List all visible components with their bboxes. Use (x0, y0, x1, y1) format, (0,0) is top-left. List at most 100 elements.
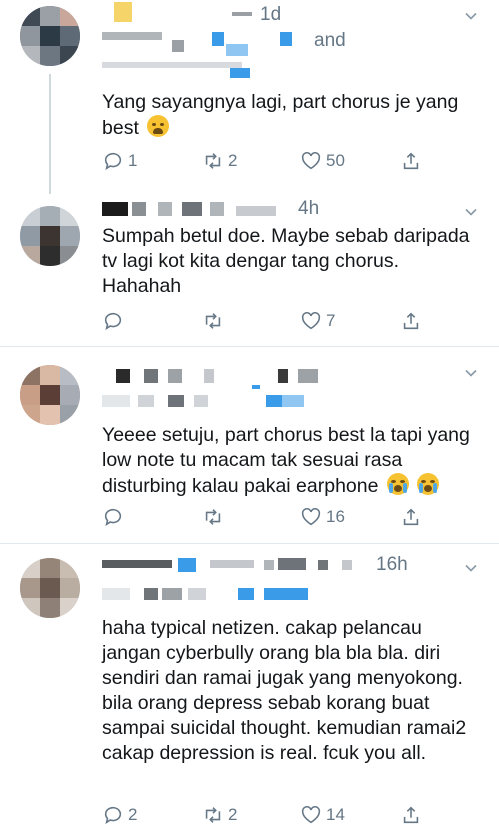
share-button[interactable] (400, 148, 422, 174)
like-count: 50 (326, 151, 345, 170)
like-button[interactable]: 50 (300, 148, 345, 174)
tweet-header: 1d and (102, 2, 432, 78)
avatar[interactable] (20, 558, 80, 618)
redacted-name (182, 202, 202, 216)
redacted-handle (238, 588, 254, 600)
chevron-down-icon[interactable] (465, 367, 477, 379)
like-icon (301, 312, 321, 330)
redacted-handle (162, 588, 182, 600)
crying-face-emoji (386, 473, 409, 495)
reply-icon (104, 152, 122, 171)
share-icon (403, 806, 419, 824)
retweet-icon (205, 509, 221, 525)
retweet-count: 2 (228, 151, 238, 170)
like-icon (301, 508, 321, 526)
retweet-button[interactable]: 2 (202, 148, 237, 174)
like-count: 16 (326, 507, 345, 526)
chevron-down-icon[interactable] (465, 206, 477, 218)
reply-count: 2 (128, 805, 138, 824)
tweet-text: Yang sayangnya lagi, part chorus je yang… (102, 90, 482, 141)
chevron-down-icon[interactable] (465, 562, 477, 574)
timestamp[interactable]: 4h (298, 198, 319, 220)
share-button[interactable] (400, 504, 422, 530)
retweet-icon (205, 153, 221, 169)
retweet-count: 2 (228, 805, 238, 824)
share-icon (403, 312, 419, 330)
tweet-text-content: Yeeee setuju, part chorus best la tapi y… (102, 424, 470, 497)
tweet-actions: 1 2 50 (102, 148, 432, 174)
like-icon (301, 806, 321, 824)
tweet-actions: 16 (102, 504, 432, 530)
redacted-name (232, 12, 252, 16)
reply-button[interactable]: 2 (102, 802, 137, 828)
redacted-name (132, 202, 146, 216)
like-count: 14 (326, 805, 345, 824)
redacted-handle (194, 395, 208, 407)
redacted-handle (212, 32, 224, 46)
handle-fragment: and (314, 30, 346, 51)
redacted-name (204, 369, 214, 383)
crying-face-emoji (417, 473, 440, 495)
tweet-header: 16h (102, 554, 432, 604)
redacted-name (298, 369, 318, 383)
tweet-3[interactable]: Yeeee setuju, part chorus best la tapi y… (0, 347, 499, 544)
reply-icon (104, 806, 122, 825)
like-button[interactable]: 14 (300, 802, 345, 828)
reply-button[interactable] (102, 504, 128, 530)
retweet-button[interactable] (202, 504, 228, 530)
like-count: 7 (326, 311, 336, 330)
redacted-name (158, 202, 172, 216)
redacted-handle (144, 588, 158, 600)
tweet-2[interactable]: 4h Sumpah betul doe. Maybe sebab daripad… (0, 190, 499, 347)
redacted-handle (318, 560, 328, 570)
tweet-text: Sumpah betul doe. Maybe sebab daripada t… (102, 225, 470, 297)
redacted-name (168, 369, 182, 383)
like-button[interactable]: 7 (300, 308, 335, 334)
retweet-button[interactable]: 2 (202, 802, 237, 828)
reply-count: 1 (128, 151, 138, 170)
timestamp[interactable]: 1d (260, 4, 281, 26)
redacted-handle (230, 68, 250, 78)
avatar[interactable] (20, 6, 80, 66)
redacted-name (102, 202, 128, 216)
retweet-icon (205, 313, 221, 329)
redacted-handle (278, 558, 306, 570)
timestamp[interactable]: 16h (376, 554, 408, 576)
tweet-header (102, 365, 432, 415)
retweet-button[interactable] (202, 308, 228, 334)
redacted-name (178, 558, 196, 572)
like-button[interactable]: 16 (300, 504, 345, 530)
redacted-name (210, 202, 224, 216)
share-icon (403, 508, 419, 526)
weary-face-emoji (147, 115, 170, 137)
like-icon (301, 152, 321, 170)
redacted-handle (168, 395, 184, 407)
redacted-name (278, 369, 288, 383)
share-button[interactable] (400, 802, 422, 828)
tweet-header: 4h (102, 198, 432, 220)
reply-icon (104, 508, 122, 527)
redacted-handle (266, 395, 282, 407)
redacted-handle (210, 560, 254, 568)
chevron-down-icon[interactable] (465, 10, 477, 22)
tweet-actions: 2 2 14 (102, 802, 432, 828)
reply-button[interactable]: 1 (102, 148, 137, 174)
avatar[interactable] (20, 365, 80, 425)
reply-icon (104, 312, 122, 331)
redacted-handle (102, 62, 242, 68)
reply-button[interactable] (102, 308, 128, 334)
redacted-handle (102, 588, 130, 600)
redacted-handle (264, 588, 308, 600)
tweet-text: haha typical netizen. cakap pelancau jan… (102, 617, 467, 764)
redacted-handle (102, 32, 162, 40)
tweet-1[interactable]: 1d and Yang sayangnya lagi, part chorus … (0, 0, 499, 194)
redacted-handle (102, 395, 130, 407)
redacted-handle (280, 32, 292, 46)
tweet-text: Yeeee setuju, part chorus best la tapi y… (102, 423, 482, 499)
redacted-handle (342, 560, 352, 570)
avatar[interactable] (20, 206, 80, 266)
redacted-handle (138, 395, 154, 407)
tweet-4[interactable]: 16h haha typical netizen. cakap pelancau… (0, 544, 499, 825)
share-button[interactable] (400, 308, 422, 334)
redacted-handle (188, 588, 206, 600)
